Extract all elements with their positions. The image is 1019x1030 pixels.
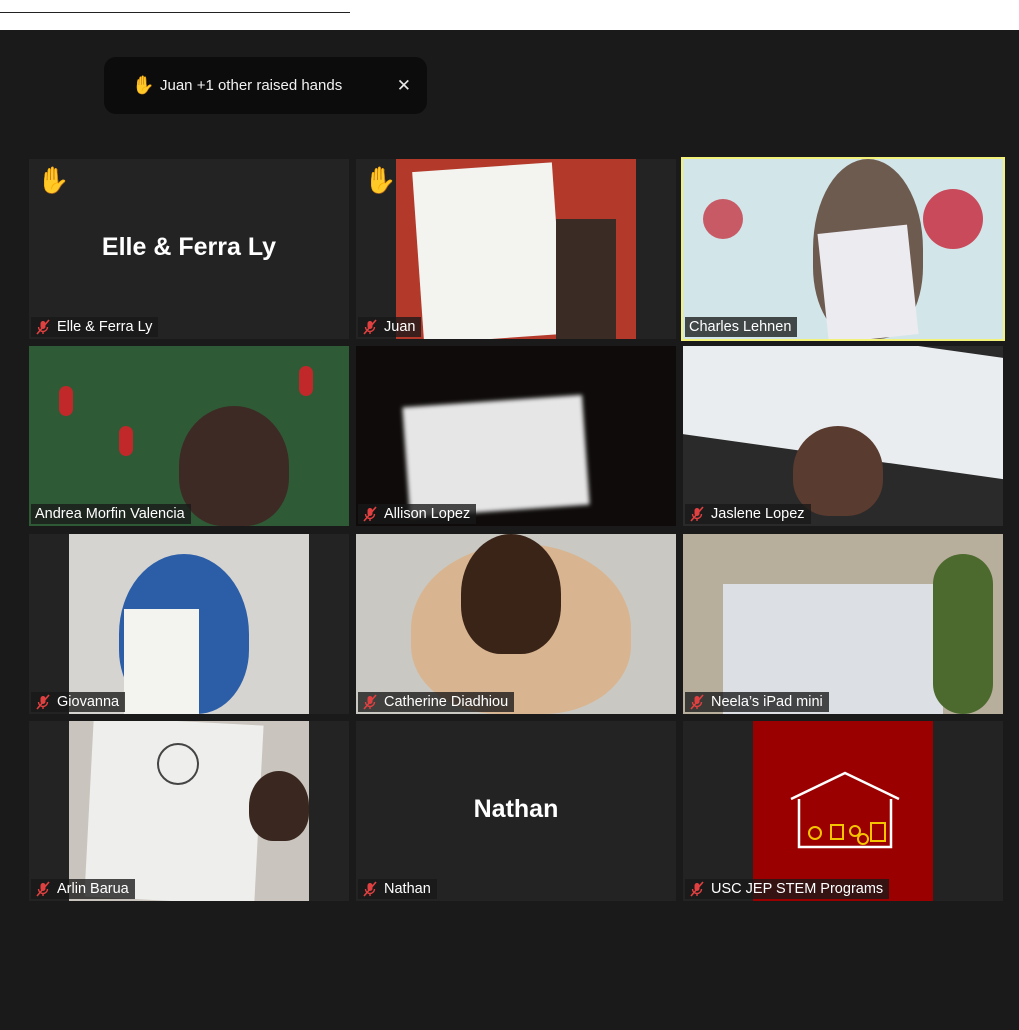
video-tile[interactable]: Catherine Diadhiou: [356, 534, 676, 714]
participant-display-name: Nathan: [473, 795, 559, 823]
video-tile[interactable]: Jaslene Lopez: [683, 346, 1003, 526]
participant-name-label: Jaslene Lopez: [685, 504, 811, 524]
muted-mic-icon: [690, 881, 704, 897]
video-tile[interactable]: USC JEP STEM Programs: [683, 721, 1003, 901]
top-strip: [0, 0, 1019, 30]
video-tile[interactable]: Neela’s iPad mini: [683, 534, 1003, 714]
participant-video: [461, 534, 561, 654]
raised-hand-icon: ✋: [364, 165, 397, 195]
participant-name-label: Catherine Diadhiou: [358, 692, 515, 712]
drawing-paper: [412, 162, 564, 339]
muted-mic-icon: [690, 506, 704, 522]
raised-hand-icon: ✋: [37, 165, 70, 195]
bacteria-graphic: [299, 366, 313, 396]
muted-mic-icon: [363, 506, 377, 522]
participant-name-label: Elle & Ferra Ly: [31, 317, 159, 337]
video-tile[interactable]: ✋ Elle & Ferra Ly Elle & Ferra Ly: [29, 159, 349, 339]
muted-mic-icon: [36, 694, 50, 710]
bacteria-graphic: [119, 426, 133, 456]
close-icon[interactable]: ✕: [397, 76, 411, 96]
muted-mic-icon: [36, 881, 50, 897]
video-tile[interactable]: Andrea Morfin Valencia: [29, 346, 349, 526]
raised-hands-notification: ✋ Juan +1 other raised hands ✕: [104, 57, 427, 114]
notification-text: Juan +1 other raised hands: [160, 77, 343, 94]
participant-video: [179, 406, 289, 526]
video-tile[interactable]: Arlin Barua: [29, 721, 349, 901]
muted-mic-icon: [363, 319, 377, 335]
muted-mic-icon: [363, 881, 377, 897]
plant: [933, 554, 993, 714]
muted-mic-icon: [690, 694, 704, 710]
drawing-face: [157, 743, 199, 785]
bacteria-graphic: [59, 386, 73, 416]
participant-name-label: Juan: [358, 317, 422, 337]
drawing-paper: [817, 224, 919, 339]
participant-name-label: Neela’s iPad mini: [685, 692, 829, 712]
participant-name-label: Andrea Morfin Valencia: [31, 504, 191, 524]
participant-name-label: USC JEP STEM Programs: [685, 879, 890, 899]
raised-hand-icon: ✋: [132, 75, 155, 95]
muted-mic-icon: [36, 319, 50, 335]
video-feed: [556, 219, 616, 339]
usc-jep-house-logo: [790, 771, 900, 849]
participant-name-label: Giovanna: [31, 692, 126, 712]
divider: [0, 12, 350, 13]
video-tile[interactable]: Allison Lopez: [356, 346, 676, 526]
participant-name-label: Allison Lopez: [358, 504, 477, 524]
participant-name-label: Nathan: [358, 879, 437, 899]
drawing-paper: [402, 394, 590, 518]
video-tile[interactable]: ✋ Juan: [356, 159, 676, 339]
virus-graphic: [703, 199, 743, 239]
video-tile[interactable]: Giovanna: [29, 534, 349, 714]
hand: [249, 771, 309, 841]
participant-name-label: Charles Lehnen: [685, 317, 798, 337]
video-tile[interactable]: Nathan Nathan: [356, 721, 676, 901]
participant-name-label: Arlin Barua: [31, 879, 135, 899]
muted-mic-icon: [363, 694, 377, 710]
participant-video: [793, 426, 883, 516]
virus-graphic: [923, 189, 983, 249]
drawing-paper: [124, 609, 199, 714]
participant-display-name: Elle & Ferra Ly: [101, 233, 277, 261]
video-tile-active-speaker[interactable]: Charles Lehnen: [681, 157, 1005, 341]
